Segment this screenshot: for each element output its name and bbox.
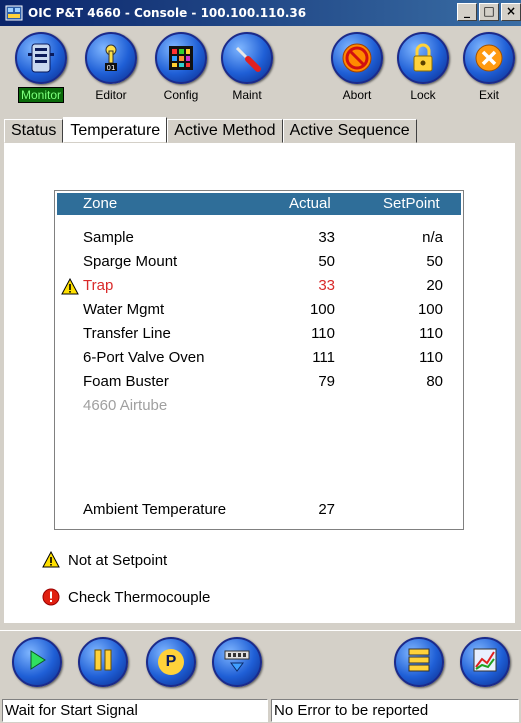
no-entry-icon [331, 32, 383, 84]
zone-setpoint: 100 [417, 301, 443, 318]
transfer-icon [223, 647, 251, 677]
p-button[interactable]: P [146, 637, 196, 687]
close-button[interactable]: × [501, 3, 521, 21]
chart-icon [472, 647, 498, 677]
x-icon [463, 32, 515, 84]
legend-check-thermocouple: Check Thermocouple [42, 588, 210, 606]
config-label: Config [163, 88, 199, 102]
zone-temperature-table: Zone Actual SetPoint Sample 33 n/a Sparg… [54, 190, 464, 530]
pause-icon [92, 648, 114, 676]
zone-actual: 100 [309, 301, 335, 318]
minimize-button[interactable]: _ [457, 3, 477, 21]
start-button[interactable] [12, 637, 62, 687]
transfer-button[interactable] [212, 637, 262, 687]
legend-label: Not at Setpoint [68, 551, 168, 569]
zone-actual: 50 [318, 253, 335, 270]
zone-name: Water Mgmt [83, 301, 165, 318]
stack-button[interactable] [394, 637, 444, 687]
table-row: Sample 33 n/a [55, 229, 461, 253]
pause-button[interactable] [78, 637, 128, 687]
zone-name: Transfer Line [83, 325, 171, 342]
app-icon [4, 4, 24, 22]
table-row: 6-Port Valve Oven 111 110 [55, 349, 461, 373]
bottom-toolbar: P [0, 630, 521, 698]
play-icon [27, 649, 47, 675]
abort-button[interactable]: Abort [322, 32, 392, 112]
tab-active-sequence[interactable]: Active Sequence [282, 119, 417, 143]
svg-text:01: 01 [107, 64, 116, 72]
p-icon-text: P [165, 653, 177, 670]
table-row: Transfer Line 110 110 [55, 325, 461, 349]
lock-button[interactable]: Lock [388, 32, 458, 112]
table-row: Foam Buster 79 80 [55, 373, 461, 397]
status-left: Wait for Start Signal [2, 699, 268, 722]
zone-name: Sample [83, 229, 134, 246]
server-icon [15, 32, 67, 84]
zone-actual: 33 [318, 229, 335, 246]
ambient-label: Ambient Temperature [83, 501, 227, 518]
exit-button[interactable]: Exit [454, 32, 521, 112]
zone-name: Foam Buster [83, 373, 169, 390]
tab-bar: Status Temperature Active Method Active … [4, 117, 417, 143]
zone-setpoint: n/a [422, 229, 443, 246]
warning-icon [42, 551, 60, 569]
zone-name: 6-Port Valve Oven [83, 349, 205, 366]
thermometer-icon: 01 [85, 32, 137, 84]
error-icon [42, 588, 60, 606]
stack-icon [407, 647, 431, 677]
ambient-row: Ambient Temperature 27 [55, 501, 461, 525]
table-row: Sparge Mount 50 50 [55, 253, 461, 277]
zone-name: 4660 Airtube [83, 397, 168, 414]
zone-actual: 33 [318, 277, 335, 294]
padlock-icon [397, 32, 449, 84]
legend-not-at-setpoint: Not at Setpoint [42, 551, 167, 569]
setpoint-header: SetPoint [383, 195, 440, 212]
chart-button[interactable] [460, 637, 510, 687]
zone-actual: 111 [312, 349, 335, 366]
window-title: OIC P&T 4660 - Console - 100.100.110.36 [28, 6, 307, 20]
zone-header: Zone [83, 195, 118, 212]
zone-setpoint: 20 [426, 277, 443, 294]
status-bar: Wait for Start Signal No Error to be rep… [0, 698, 521, 723]
title-bar: OIC P&T 4660 - Console - 100.100.110.36 … [0, 0, 521, 26]
actual-header: Actual [289, 195, 331, 212]
zone-setpoint: 110 [419, 325, 443, 342]
table-row: Trap 33 20 [55, 277, 461, 301]
screwdriver-icon [221, 32, 273, 84]
p-icon: P [158, 649, 184, 675]
zone-setpoint: 50 [426, 253, 443, 270]
tab-temperature[interactable]: Temperature [63, 117, 168, 143]
zone-name: Sparge Mount [83, 253, 178, 270]
editor-label: Editor [95, 88, 127, 102]
tab-active-method[interactable]: Active Method [167, 119, 283, 143]
warning-icon [61, 277, 79, 296]
table-header: Zone Actual SetPoint [57, 193, 461, 215]
maximize-button[interactable]: □ [479, 3, 499, 21]
table-row: Water Mgmt 100 100 [55, 301, 461, 325]
table-row: 4660 Airtube [55, 397, 461, 421]
monitor-label: Monitor [17, 87, 65, 103]
main-toolbar: Monitor 01 Editor Config Maint Abort Loc… [0, 26, 521, 116]
zone-actual: 79 [318, 373, 335, 390]
maint-button[interactable]: Maint [212, 32, 282, 112]
zone-actual: 110 [311, 325, 335, 342]
grid-icon [155, 32, 207, 84]
editor-button[interactable]: 01 Editor [76, 32, 146, 112]
tab-status[interactable]: Status [4, 119, 64, 143]
legend-label: Check Thermocouple [68, 588, 211, 606]
exit-label: Exit [478, 88, 499, 102]
lock-label: Lock [410, 88, 436, 102]
config-button[interactable]: Config [146, 32, 216, 112]
zone-setpoint: 110 [419, 349, 443, 366]
monitor-button[interactable]: Monitor [6, 32, 76, 112]
zone-name: Trap [83, 277, 114, 294]
zone-setpoint: 80 [426, 373, 443, 390]
status-right: No Error to be reported [271, 699, 519, 722]
ambient-actual: 27 [318, 501, 335, 518]
abort-label: Abort [342, 88, 372, 102]
maint-label: Maint [232, 88, 262, 102]
